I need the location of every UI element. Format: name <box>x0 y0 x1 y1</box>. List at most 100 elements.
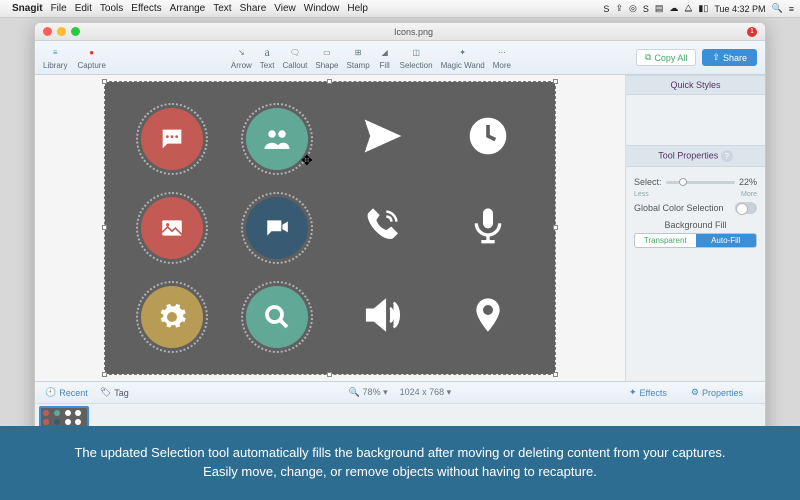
editor-footer: 🕘Recent 🏷Tag 🔍 78% ▾ 1024 x 768 ▾ ✦Effec… <box>35 381 765 403</box>
traffic-lights[interactable] <box>43 27 80 36</box>
properties-icon: ⚙ <box>691 387 699 398</box>
tray-icon[interactable]: S <box>603 4 609 14</box>
tray-icon[interactable]: ☁ <box>669 3 678 14</box>
bg-fill-segmented[interactable]: Transparent Auto-Fill <box>634 233 757 248</box>
tag-icon: 🏷 <box>100 387 111 398</box>
tool-callout[interactable]: 🗨Callout <box>282 46 307 70</box>
resize-handle[interactable] <box>102 79 107 84</box>
shape-icon: ▭ <box>320 46 334 60</box>
tool-shape[interactable]: ▭Shape <box>315 46 338 70</box>
resize-handle[interactable] <box>553 372 558 377</box>
fill-icon: ◢ <box>378 46 392 60</box>
notification-badge[interactable]: 1 <box>747 27 757 37</box>
menu-window[interactable]: Window <box>304 3 340 14</box>
global-color-toggle[interactable] <box>735 202 757 214</box>
select-label: Select: <box>634 177 662 187</box>
icon-grid <box>105 82 555 374</box>
tool-stamp[interactable]: ⊞Stamp <box>347 46 370 70</box>
menu-arrange[interactable]: Arrange <box>170 3 206 14</box>
tray-icon[interactable]: S <box>643 4 649 14</box>
spotlight-icon[interactable]: 🔍 <box>772 3 783 14</box>
location-icon <box>468 295 508 340</box>
menu-view[interactable]: View <box>274 3 296 14</box>
menubar-app-name[interactable]: Snagit <box>12 3 43 14</box>
capture-label: Capture <box>77 61 105 70</box>
library-label: Library <box>43 61 67 70</box>
resize-handle[interactable] <box>553 225 558 230</box>
quick-styles-header[interactable]: Quick Styles <box>626 75 765 95</box>
select-percent: 22% <box>739 177 757 187</box>
tool-magic-wand[interactable]: ✦Magic Wand <box>441 46 485 70</box>
recent-icon: 🕘 <box>45 387 56 398</box>
copy-all-button[interactable]: ⧉Copy All <box>636 49 696 66</box>
menubar-clock[interactable]: Tue 4:32 PM <box>714 4 765 14</box>
zoom-control[interactable]: 🔍 78% ▾ <box>349 387 388 398</box>
tag-button[interactable]: 🏷Tag <box>100 387 129 398</box>
window-titlebar: Icons.png 1 <box>35 23 765 41</box>
canvas-area[interactable]: ✥ <box>35 75 625 381</box>
macos-menubar: Snagit File Edit Tools Effects Arrange T… <box>0 0 800 18</box>
resize-handle[interactable] <box>327 79 332 84</box>
more-icon: ⋯ <box>495 46 509 60</box>
resize-handle[interactable] <box>102 225 107 230</box>
recent-button[interactable]: 🕘Recent <box>45 387 88 398</box>
image-icon <box>141 197 203 259</box>
effects-icon: ✦ <box>629 387 637 398</box>
tray-icon[interactable]: ▤ <box>655 3 664 14</box>
help-icon[interactable]: ? <box>721 150 733 162</box>
stamp-icon: ⊞ <box>351 46 365 60</box>
tool-more[interactable]: ⋯More <box>493 46 511 70</box>
phone-icon <box>363 205 403 250</box>
tray-icon[interactable]: ⇪ <box>615 3 623 14</box>
capture-icon: ● <box>85 46 99 60</box>
effects-button[interactable]: ✦Effects <box>629 387 667 398</box>
capture-button[interactable]: ● Capture <box>77 46 105 70</box>
search-icon <box>246 286 308 348</box>
desktop: Icons.png 1 ≡ Library ● Capture ↘Arrow a… <box>0 18 800 500</box>
users-icon <box>246 108 308 170</box>
maximize-window-button[interactable] <box>71 27 80 36</box>
promo-banner: The updated Selection tool automatically… <box>0 426 800 500</box>
clock-icon <box>466 114 510 163</box>
seg-autofill[interactable]: Auto-Fill <box>696 234 757 247</box>
tool-selection[interactable]: ◫Selection <box>400 46 433 70</box>
copy-icon: ⧉ <box>645 52 651 63</box>
window-title: Icons.png <box>80 27 747 37</box>
menu-tools[interactable]: Tools <box>100 3 123 14</box>
wifi-icon[interactable]: ⧋ <box>684 3 692 14</box>
menubar-tray: S ⇪ ◎ S ▤ ☁ ⧋ ▮▯ Tue 4:32 PM 🔍 ≡ <box>603 3 794 14</box>
menu-effects[interactable]: Effects <box>131 3 161 14</box>
share-icon: ⇧ <box>712 52 720 63</box>
notifications-icon[interactable]: ≡ <box>789 4 794 14</box>
menu-file[interactable]: File <box>51 3 67 14</box>
resize-handle[interactable] <box>327 372 332 377</box>
menu-share[interactable]: Share <box>240 3 267 14</box>
canvas-image[interactable]: ✥ <box>105 82 555 374</box>
minimize-window-button[interactable] <box>57 27 66 36</box>
menu-text[interactable]: Text <box>213 3 231 14</box>
seg-transparent[interactable]: Transparent <box>635 234 696 247</box>
arrow-icon: ↘ <box>234 46 248 60</box>
resize-handle[interactable] <box>553 79 558 84</box>
close-window-button[interactable] <box>43 27 52 36</box>
global-color-label: Global Color Selection <box>634 203 724 213</box>
select-slider[interactable] <box>666 181 735 184</box>
menu-edit[interactable]: Edit <box>75 3 92 14</box>
tool-properties-header: Tool Properties ? <box>626 145 765 167</box>
dimensions-display[interactable]: 1024 x 768 ▾ <box>400 387 452 398</box>
properties-button[interactable]: ⚙Properties <box>691 387 743 398</box>
gear-icon <box>141 286 203 348</box>
menu-help[interactable]: Help <box>347 3 368 14</box>
tool-arrow[interactable]: ↘Arrow <box>231 46 252 70</box>
mic-icon <box>468 205 508 250</box>
battery-icon[interactable]: ▮▯ <box>698 3 708 14</box>
tool-fill[interactable]: ◢Fill <box>378 46 392 70</box>
share-button[interactable]: ⇧Share <box>702 49 757 66</box>
resize-handle[interactable] <box>102 372 107 377</box>
app-window: Icons.png 1 ≡ Library ● Capture ↘Arrow a… <box>34 22 766 442</box>
properties-sidebar: Quick Styles Tool Properties ? Select: 2… <box>625 75 765 381</box>
tray-icon[interactable]: ◎ <box>629 3 637 14</box>
library-icon: ≡ <box>48 46 62 60</box>
tool-text[interactable]: aText <box>260 46 275 70</box>
library-button[interactable]: ≡ Library <box>43 46 67 70</box>
